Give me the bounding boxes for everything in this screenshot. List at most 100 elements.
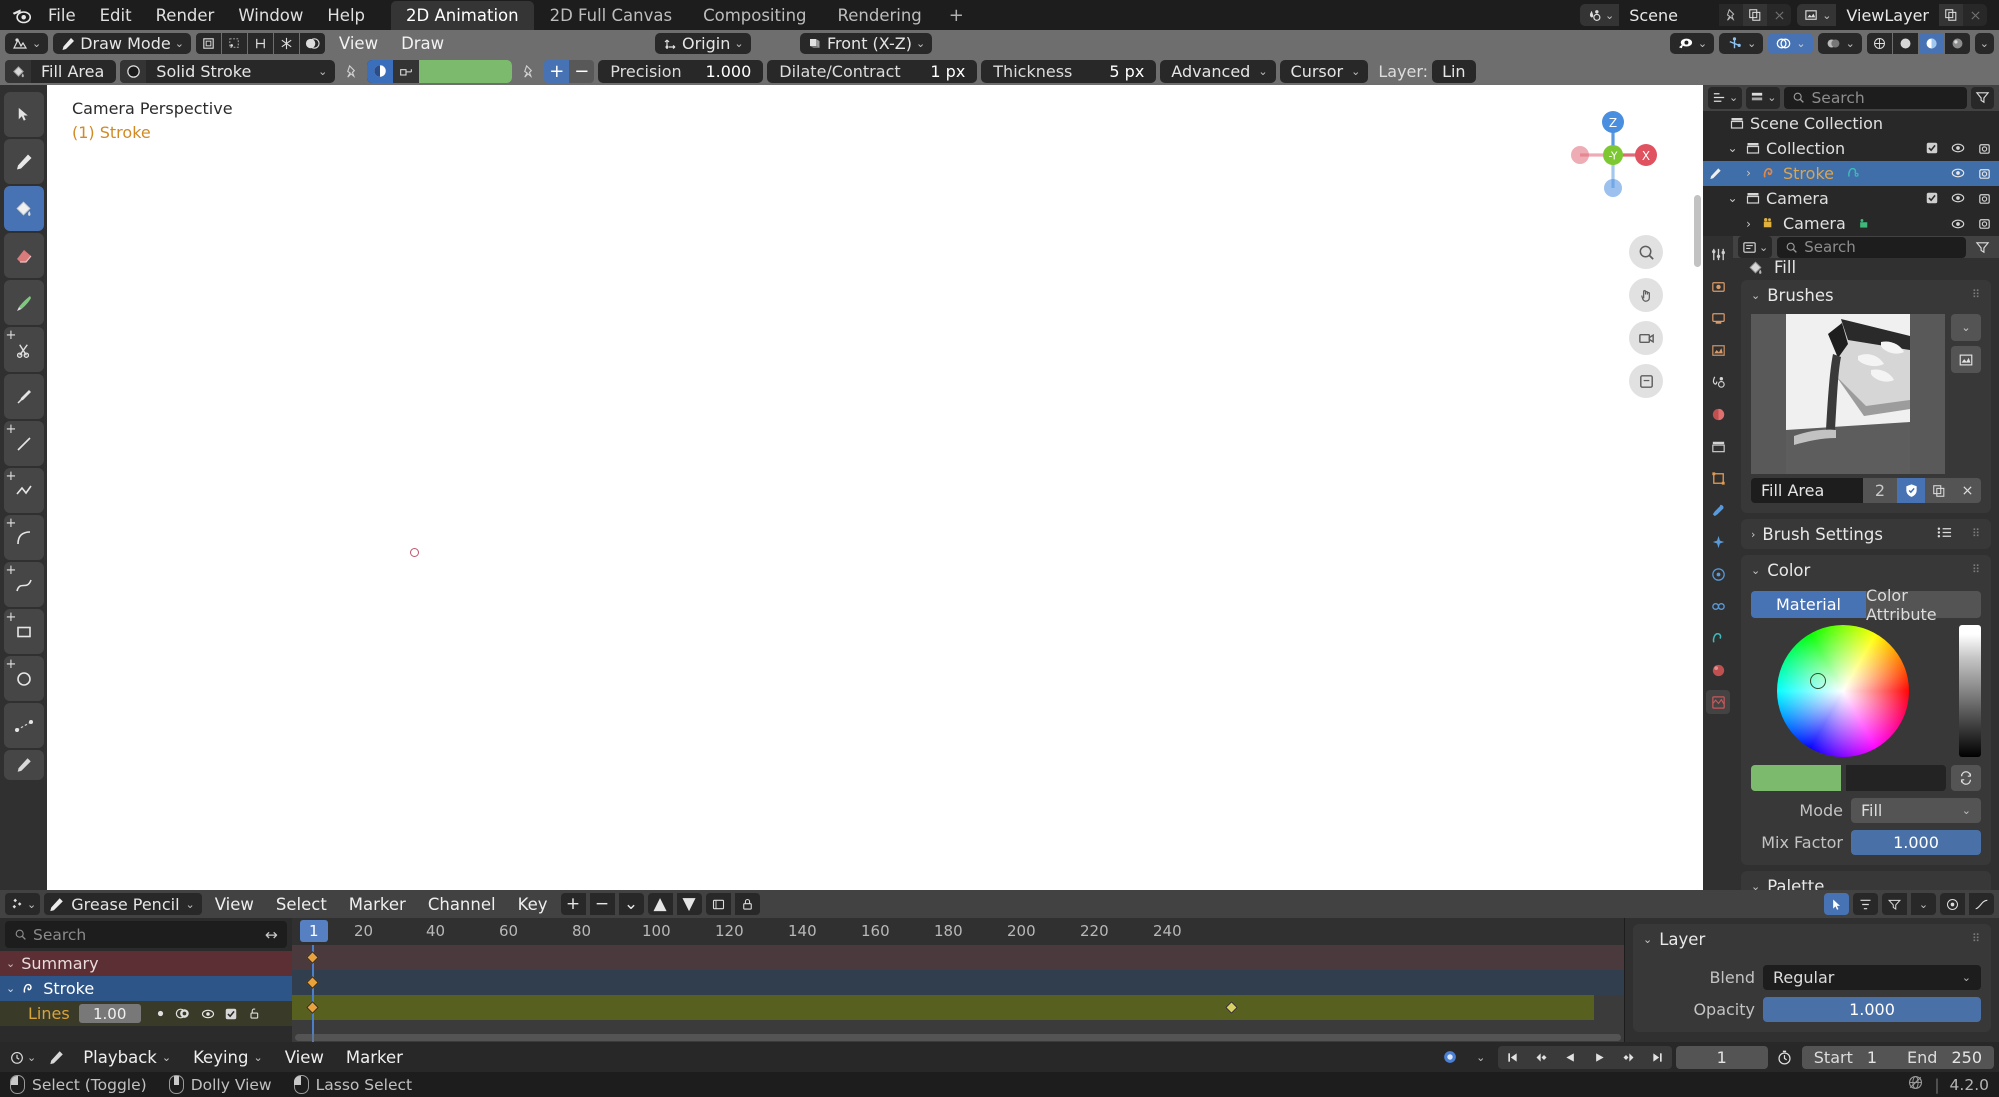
jump-start-icon[interactable] [1498, 1046, 1527, 1069]
dopesheet-select-menu[interactable]: Select [267, 895, 336, 914]
dopesheet-timeline[interactable]: 1 20 40 60 80 100 120 140 160 180 200 22… [292, 918, 1624, 1042]
timeline-ruler[interactable]: 1 20 40 60 80 100 120 140 160 180 200 22… [292, 918, 1624, 945]
overlays-toggle[interactable]: ⌄ [1768, 33, 1813, 54]
close-icon[interactable] [1953, 478, 1981, 503]
extra-draw-tool[interactable] [3, 750, 44, 780]
brush-color-icon[interactable] [367, 59, 394, 83]
brush-pin-icon[interactable] [516, 60, 540, 83]
zoom-icon[interactable] [1629, 235, 1663, 269]
pencil-icon[interactable] [44, 1045, 71, 1069]
modifier-tab[interactable] [1706, 498, 1730, 522]
mask-icon[interactable] [299, 33, 325, 54]
menu-window[interactable]: Window [226, 3, 315, 28]
swap-colors-icon[interactable] [1951, 765, 1981, 791]
editor-type-icon[interactable]: ⌄ [5, 33, 49, 54]
material-pin-icon[interactable] [339, 60, 363, 83]
unlock-icon[interactable] [246, 1006, 261, 1021]
prev-keyframe-icon[interactable] [1527, 1046, 1556, 1069]
brush-users-count[interactable]: 2 [1863, 478, 1897, 503]
eye-icon[interactable] [1950, 191, 1966, 205]
pan-icon[interactable] [1629, 278, 1663, 312]
duplicate-icon[interactable] [1925, 478, 1953, 503]
blender-logo-icon[interactable] [6, 0, 36, 30]
workspace-tab-2d-full-canvas[interactable]: 2D Full Canvas [535, 1, 687, 30]
dopesheet-key-menu[interactable]: Key [509, 895, 557, 914]
move-layer-up-button[interactable]: ▲ [647, 893, 673, 915]
brush-name-field[interactable]: Fill Area [1751, 478, 1863, 503]
ortho-persp-icon[interactable] [1629, 364, 1663, 398]
workspace-tab-rendering[interactable]: Rendering [823, 1, 937, 30]
sculpt-icon[interactable] [247, 33, 273, 54]
workspace-tab-compositing[interactable]: Compositing [688, 1, 821, 30]
wireframe-icon[interactable] [1866, 33, 1892, 54]
menu-file[interactable]: File [36, 3, 88, 28]
tweak-tool[interactable] [3, 92, 44, 137]
gizmo-toggle[interactable]: ⌄ [1719, 33, 1764, 54]
checkbox-icon[interactable] [1925, 141, 1939, 155]
outliner-row-stroke[interactable]: › Stroke [1703, 160, 1999, 186]
channel-row-summary[interactable]: ⌄ Summary [0, 951, 292, 976]
workspace-tab-2d-animation[interactable]: 2D Animation [391, 0, 534, 30]
weight-icon[interactable] [273, 33, 299, 54]
filter-icon[interactable] [1971, 236, 1994, 258]
chevron-down-icon[interactable]: ⌄ [1725, 191, 1740, 205]
layer-panel-header[interactable]: ⌄ Layer ⠿ [1633, 924, 1991, 954]
draw-tool[interactable] [3, 139, 44, 184]
pin-icon[interactable] [1719, 4, 1743, 26]
properties-icon[interactable]: ⌄ [1738, 236, 1773, 258]
menu-help[interactable]: Help [315, 3, 377, 28]
thickness-field[interactable]: Thickness 5 px [981, 59, 1157, 83]
world-tab[interactable] [1706, 402, 1730, 426]
view-menu[interactable]: View [330, 34, 387, 53]
object-tab[interactable] [1706, 466, 1730, 490]
viewlayer-name[interactable]: ViewLayer [1836, 4, 1939, 26]
color-wheel[interactable] [1777, 625, 1909, 757]
checkbox-icon[interactable] [224, 1007, 238, 1021]
box-tool[interactable]: + [3, 609, 44, 654]
constraints-tab[interactable] [1706, 594, 1730, 618]
data-tab[interactable] [1706, 626, 1730, 650]
stopwatch-icon[interactable] [1771, 1045, 1798, 1069]
tool-tab[interactable] [1706, 242, 1730, 266]
eye-icon[interactable] [1950, 217, 1966, 231]
color-panel-header[interactable]: ⌄ Color ⠿ [1741, 555, 1991, 585]
brush-preview[interactable] [1751, 314, 1945, 474]
frame-range-fields[interactable]: Start 1 End 250 [1801, 1045, 1994, 1069]
duplicate-icon[interactable] [1939, 4, 1963, 26]
viewport-vertical-scrollbar[interactable] [1694, 195, 1701, 267]
precision-field[interactable]: Precision 1.000 [598, 59, 764, 83]
expand-icon[interactable]: ↔ [265, 926, 278, 944]
output-tab[interactable] [1706, 306, 1730, 330]
arc-tool[interactable]: + [3, 515, 44, 560]
duplicate-icon[interactable] [1743, 4, 1768, 26]
falloff-curve-icon[interactable] [1969, 893, 1994, 915]
lock-icon[interactable] [393, 59, 420, 83]
filter-icon[interactable] [1882, 893, 1907, 915]
primary-color-swatch[interactable] [1751, 765, 1841, 791]
keyframe-options-dropdown[interactable]: ⌄ [618, 893, 644, 915]
cursor-dropdown[interactable]: Cursor ⌄ [1279, 59, 1369, 83]
menu-render[interactable]: Render [144, 3, 227, 28]
pencil-icon[interactable] [1708, 166, 1723, 181]
chevron-down-icon[interactable]: ⌄ [6, 982, 15, 995]
render-tab[interactable] [1706, 274, 1730, 298]
eyedropper-tool[interactable] [3, 374, 44, 419]
add-workspace-button[interactable]: + [938, 1, 975, 30]
keying-menu[interactable]: Keying ⌄ [184, 1048, 272, 1067]
checkbox-icon[interactable] [1925, 191, 1939, 205]
brush-color-swatch[interactable] [419, 59, 513, 83]
onion-icon[interactable] [154, 1007, 167, 1020]
shield-icon[interactable] [1897, 478, 1925, 503]
eye-icon[interactable] [200, 1007, 216, 1021]
erase-tool[interactable] [3, 233, 44, 278]
navigation-gizmo[interactable]: Z X -Y [1565, 107, 1661, 203]
edit-points-icon[interactable] [221, 33, 247, 54]
select-cursor-icon[interactable] [1824, 893, 1849, 915]
active-tool-display[interactable]: Fill Area [5, 59, 117, 83]
view-layer-tab[interactable] [1706, 338, 1730, 362]
material-tab[interactable] [1706, 658, 1730, 682]
chevron-right-icon[interactable]: › [1741, 166, 1756, 180]
fill-tool[interactable] [3, 186, 44, 231]
camera-render-icon[interactable] [1977, 141, 1992, 156]
draw-menu[interactable]: Draw [392, 34, 453, 53]
